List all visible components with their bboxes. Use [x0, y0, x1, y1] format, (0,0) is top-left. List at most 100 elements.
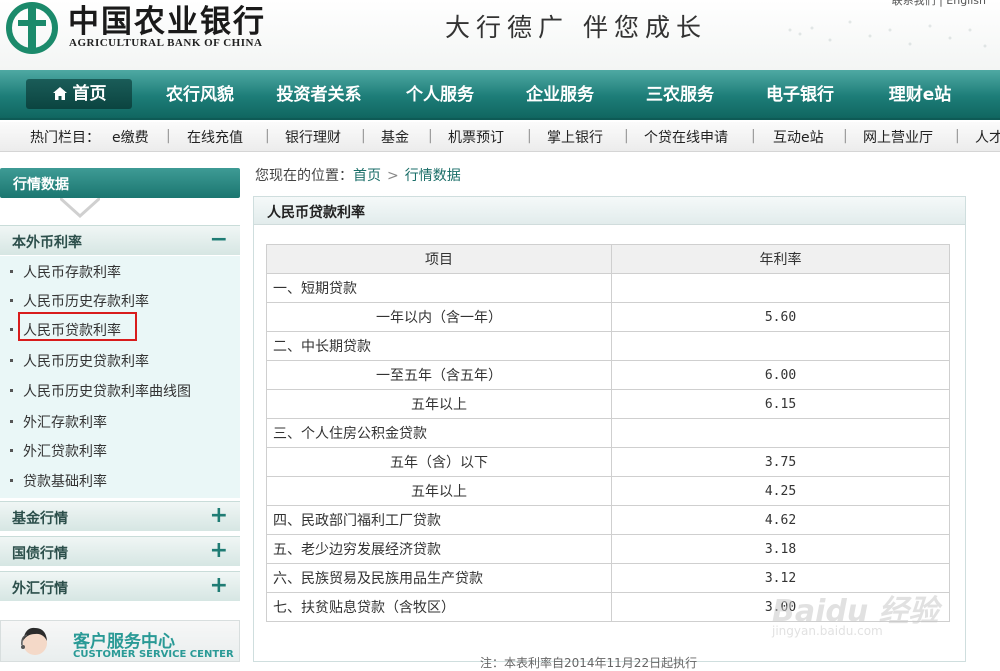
- sidebar-link-rmb-history-loan[interactable]: 人民币历史贷款利率: [10, 351, 149, 371]
- nav-bank-profile[interactable]: 农行风貌: [160, 81, 240, 109]
- nav-corporate-services[interactable]: 企业服务: [520, 81, 600, 109]
- loan-type-cell: 三、个人住房公积金贷款: [266, 418, 612, 448]
- expand-icon[interactable]: +: [210, 573, 228, 598]
- sidebar-notch-decoration: [60, 198, 100, 219]
- table-row: 五年（含）以下 3.75: [266, 447, 950, 477]
- bullet-icon: [10, 328, 13, 331]
- divider: |: [751, 128, 756, 144]
- bullet-icon: [10, 479, 13, 482]
- hot-link-interactive[interactable]: 互动e站: [773, 127, 824, 147]
- loan-type-cell: 六、民族贸易及民族用品生产贷款: [266, 563, 612, 593]
- table-row: 一至五年（含五年） 6.00: [266, 360, 950, 390]
- hot-link-mobile-bank[interactable]: 掌上银行: [547, 127, 603, 147]
- hot-link-flight[interactable]: 机票预订: [448, 127, 504, 147]
- breadcrumb: 您现在的位置：首页 > 行情数据: [255, 165, 461, 185]
- sidebar-link-label: 外汇存款利率: [23, 415, 107, 431]
- table-row: 二、中长期贷款: [266, 331, 950, 361]
- sidebar-link-label: 人民币历史贷款利率: [23, 354, 149, 370]
- loan-type-cell: 一、短期贷款: [266, 273, 612, 303]
- nav-rural-services[interactable]: 三农服务: [640, 81, 720, 109]
- expand-icon[interactable]: +: [210, 503, 228, 528]
- divider: |: [166, 128, 171, 144]
- annual-rate-cell: [611, 273, 950, 303]
- sidebar-section-rates[interactable]: 本外币利率 −: [0, 225, 240, 255]
- sidebar-section-fx-label: 外汇行情: [12, 581, 68, 597]
- hot-links-label: 热门栏目：: [30, 130, 100, 146]
- table-row: 一年以内（含一年） 5.60: [266, 302, 950, 332]
- chevron-right-icon: >: [387, 168, 399, 184]
- loan-type-cell: 五年（含）以下: [266, 447, 612, 477]
- sidebar-link-rmb-history-loan-chart[interactable]: 人民币历史贷款利率曲线图: [10, 381, 191, 401]
- sidebar-link-label: 人民币历史贷款利率曲线图: [23, 384, 191, 400]
- divider: |: [265, 128, 270, 144]
- sidebar-section-fx[interactable]: 外汇行情 +: [0, 571, 240, 601]
- loan-type-cell: 四、民政部门福利工厂贷款: [266, 505, 612, 535]
- sidebar-link-rmb-deposit[interactable]: 人民币存款利率: [10, 262, 121, 282]
- abc-logo-icon[interactable]: [4, 2, 60, 54]
- highlight-box: [18, 312, 137, 341]
- watermark-url: jingyan.baidu.com: [772, 624, 883, 638]
- annual-rate-cell: 4.25: [611, 476, 950, 506]
- hot-link-fund[interactable]: 基金: [381, 127, 409, 147]
- baidu-jingyan-watermark: Baidu 经验 jingyan.baidu.com: [772, 570, 972, 640]
- nav-wealth-estation[interactable]: 理财e站: [880, 81, 960, 109]
- divider: |: [843, 128, 848, 144]
- hot-link-recharge[interactable]: 在线充值: [187, 127, 243, 147]
- hot-link-loan-apply[interactable]: 个贷在线申请: [644, 127, 728, 147]
- sidebar-link-label: 外汇贷款利率: [23, 444, 107, 460]
- table-row: 五、老少边穷发展经济贷款 3.18: [266, 534, 950, 564]
- loan-type-cell: 五年以上: [266, 476, 612, 506]
- hot-link-wealth[interactable]: 银行理财: [285, 127, 341, 147]
- sidebar-section-bond[interactable]: 国债行情 +: [0, 536, 240, 566]
- bullet-icon: [10, 359, 13, 362]
- table-row: 五年以上 4.25: [266, 476, 950, 506]
- column-header-rate: 年利率: [611, 244, 950, 274]
- table-row: 三、个人住房公积金贷款: [266, 418, 950, 448]
- divider: |: [955, 128, 960, 144]
- annual-rate-cell: 4.62: [611, 505, 950, 535]
- column-header-item: 项目: [266, 244, 612, 274]
- sidebar-link-lpr[interactable]: 贷款基础利率: [10, 471, 107, 491]
- hot-links-bar: 热门栏目： e缴费 | 在线充值 | 银行理财 | 基金 | 机票预订 | 掌上…: [0, 122, 1000, 152]
- hot-link-epay[interactable]: e缴费: [112, 127, 149, 147]
- collapse-icon[interactable]: −: [210, 227, 228, 252]
- breadcrumb-current[interactable]: 行情数据: [405, 168, 461, 184]
- home-icon: [52, 87, 67, 100]
- sidebar-link-label: 贷款基础利率: [23, 474, 107, 490]
- nav-home[interactable]: 首页: [26, 79, 132, 109]
- loan-type-cell: 一年以内（含一年）: [266, 302, 612, 332]
- nav-investor-relations[interactable]: 投资者关系: [272, 81, 366, 109]
- loan-type-cell: 七、扶贫贴息贷款（含牧区）: [266, 592, 612, 622]
- footnote: 注：本表利率自2014年11月22日起执行: [480, 656, 698, 670]
- sidebar-link-label: 人民币历史存款利率: [23, 294, 149, 310]
- world-map-decoration: [788, 20, 987, 48]
- bullet-icon: [10, 299, 13, 302]
- nav-home-label: 首页: [72, 84, 107, 104]
- loan-type-cell: 五、老少边穷发展经济贷款: [266, 534, 612, 564]
- sidebar-section-fund[interactable]: 基金行情 +: [0, 501, 240, 531]
- nav-personal-services[interactable]: 个人服务: [400, 81, 480, 109]
- nav-e-banking[interactable]: 电子银行: [760, 81, 840, 109]
- hot-link-online-hall[interactable]: 网上营业厅: [863, 127, 933, 147]
- customer-service-banner[interactable]: 客户服务中心 CUSTOMER SERVICE CENTER: [0, 620, 240, 662]
- sidebar-section-rates-label: 本外币利率: [12, 235, 82, 251]
- panel-title: 人民币贷款利率: [254, 197, 965, 225]
- bullet-icon: [10, 420, 13, 423]
- sidebar-link-rmb-history-deposit[interactable]: 人民币历史存款利率: [10, 291, 149, 311]
- table-header-row: 项目 年利率: [266, 244, 950, 274]
- hot-link-careers[interactable]: 人才: [975, 127, 1000, 147]
- sidebar-link-fx-loan[interactable]: 外汇贷款利率: [10, 441, 107, 461]
- bank-name-en: AGRICULTURAL BANK OF CHINA: [69, 37, 263, 49]
- annual-rate-cell: 5.60: [611, 302, 950, 332]
- sidebar-link-fx-deposit[interactable]: 外汇存款利率: [10, 412, 107, 432]
- sidebar-title: 行情数据: [0, 168, 240, 198]
- sidebar-section-fund-label: 基金行情: [12, 511, 68, 527]
- top-links[interactable]: 联系我们 | English: [892, 0, 986, 8]
- site-header: 中国农业银行 AGRICULTURAL BANK OF CHINA 大行德广 伴…: [0, 0, 1000, 70]
- breadcrumb-home[interactable]: 首页: [353, 168, 381, 184]
- loan-type-cell: 一至五年（含五年）: [266, 360, 612, 390]
- divider: |: [624, 128, 629, 144]
- expand-icon[interactable]: +: [210, 538, 228, 563]
- bullet-icon: [10, 449, 13, 452]
- sidebar-section-bond-label: 国债行情: [12, 546, 68, 562]
